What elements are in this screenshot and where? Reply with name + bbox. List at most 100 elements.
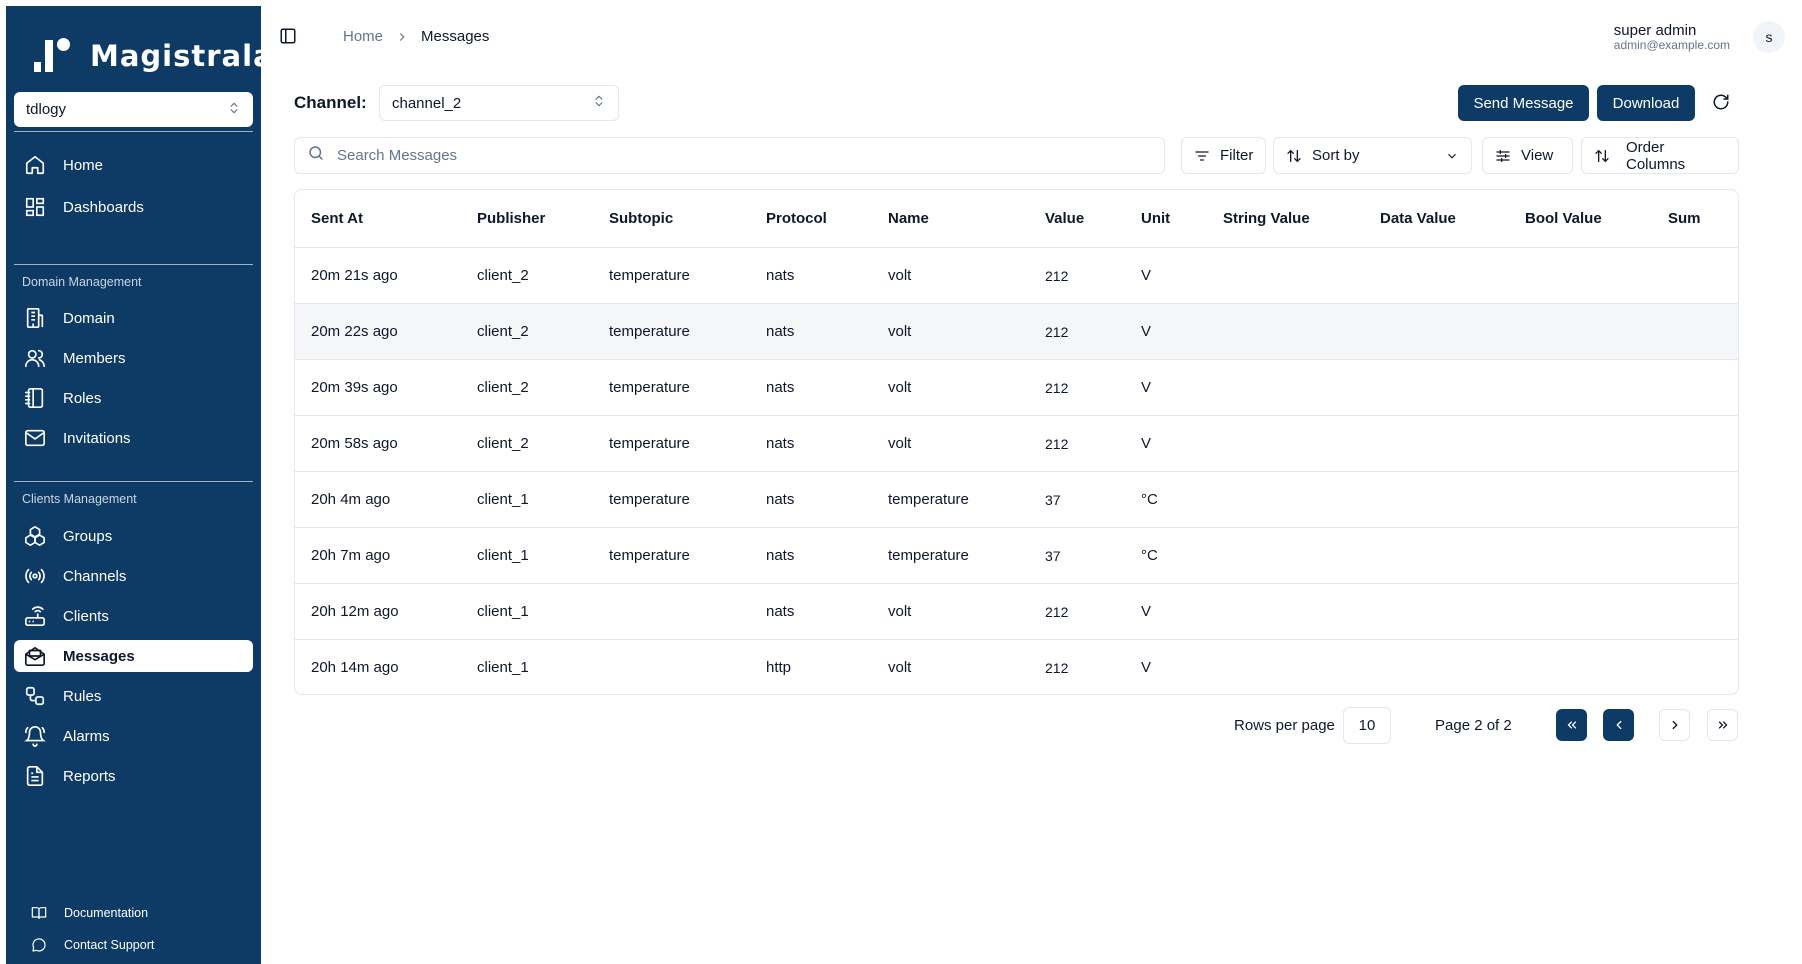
cell-sum — [1652, 471, 1738, 528]
column-header[interactable]: Value — [1029, 190, 1125, 248]
cell-publisher: client_2 — [461, 247, 593, 304]
rows-per-page-select[interactable]: 10 — [1343, 707, 1391, 744]
cell-sent-at: 20m 58s ago — [295, 415, 461, 472]
sidebar-item-dashboards[interactable]: Dashboards — [14, 191, 253, 223]
cell-value: 212 — [1029, 359, 1125, 416]
chevron-down-icon — [1445, 149, 1459, 163]
cell-name: volt — [872, 303, 1029, 360]
column-header[interactable]: Subtopic — [593, 190, 750, 248]
sidebar-item-label: Reports — [63, 767, 116, 785]
cell-sent-at: 20m 21s ago — [295, 247, 461, 304]
mail-open-icon — [23, 644, 47, 668]
table-row[interactable]: 20h 7m ago client_1 temperature nats tem… — [295, 527, 1738, 584]
column-header[interactable]: Bool Value — [1509, 190, 1652, 248]
download-button[interactable]: Download — [1597, 85, 1695, 121]
table-row[interactable]: 20m 22s ago client_2 temperature nats vo… — [295, 303, 1738, 360]
column-header[interactable]: String Value — [1207, 190, 1364, 248]
table-row[interactable]: 20h 14m ago client_1 http volt 212 V — [295, 639, 1738, 694]
sidebar-item-roles[interactable]: Roles — [14, 382, 253, 414]
sidebar-item-label: Home — [63, 156, 104, 174]
search-input[interactable] — [337, 147, 1137, 164]
channel-select-value: channel_2 — [392, 94, 462, 112]
cell-publisher: client_2 — [461, 303, 593, 360]
page-info: Page 2 of 2 — [1435, 717, 1512, 734]
cell-string-value — [1207, 359, 1364, 416]
sidebar-toggle-icon[interactable] — [279, 27, 299, 47]
table-row[interactable]: 20m 58s ago client_2 temperature nats vo… — [295, 415, 1738, 472]
messages-table: Sent At Publisher Subtopic Protocol Name… — [294, 189, 1739, 695]
top-header: Home Messages super admin admin@example.… — [261, 0, 1802, 70]
previous-page-button[interactable] — [1603, 709, 1634, 741]
column-header[interactable]: Sent At — [295, 190, 461, 248]
refresh-icon[interactable] — [1712, 93, 1732, 113]
cell-publisher: client_2 — [461, 415, 593, 472]
sidebar-item-clients[interactable]: Clients — [14, 600, 253, 632]
cell-unit: V — [1125, 415, 1207, 472]
column-header[interactable]: Data Value — [1364, 190, 1509, 248]
send-message-button[interactable]: Send Message — [1458, 85, 1589, 121]
column-header[interactable]: Protocol — [750, 190, 872, 248]
chevron-right-icon — [1668, 718, 1682, 732]
filter-label: Filter — [1220, 147, 1254, 164]
cell-bool-value — [1509, 471, 1652, 528]
cell-unit: V — [1141, 658, 1152, 676]
sidebar-item-domain[interactable]: Domain — [14, 302, 253, 334]
message-circle-icon — [30, 936, 48, 954]
domain-select[interactable]: tdlogy — [14, 92, 253, 127]
column-header[interactable]: Sum — [1652, 190, 1738, 248]
sidebar-item-documentation[interactable]: Documentation — [30, 904, 148, 922]
sort-by-select[interactable]: Sort by — [1273, 137, 1472, 174]
first-page-button[interactable] — [1556, 709, 1587, 741]
cell-publisher: client_1 — [461, 583, 593, 640]
table-row[interactable]: 20h 12m ago client_1 nats volt 212 V — [295, 583, 1738, 640]
sidebar-item-rules[interactable]: Rules — [14, 680, 253, 712]
sidebar-item-contact-support[interactable]: Contact Support — [30, 936, 154, 954]
sidebar-item-groups[interactable]: Groups — [14, 520, 253, 552]
sidebar-item-messages[interactable]: Messages — [14, 640, 253, 672]
group-label-clients: Clients Management — [22, 492, 137, 506]
rows-per-page-label: Rows per page — [1234, 717, 1335, 734]
sidebar-item-invitations[interactable]: Invitations — [14, 422, 253, 454]
table-row[interactable]: 20m 39s ago client_2 temperature nats vo… — [295, 359, 1738, 416]
breadcrumb-home[interactable]: Home — [343, 28, 383, 45]
sidebar-item-channels[interactable]: Channels — [14, 560, 253, 592]
view-button[interactable]: View — [1482, 137, 1573, 174]
cell-subtopic: temperature — [593, 247, 750, 304]
cell-name: volt — [872, 359, 1029, 416]
cell-bool-value — [1509, 583, 1652, 640]
table-row[interactable]: 20m 21s ago client_2 temperature nats vo… — [295, 247, 1738, 304]
cell-name: volt — [888, 658, 912, 676]
app-name: Magistrala — [90, 39, 274, 73]
contact-support-label: Contact Support — [64, 938, 155, 952]
channel-select[interactable]: channel_2 — [379, 85, 619, 121]
cell-value: 212 — [1029, 247, 1125, 304]
cell-unit: V — [1125, 247, 1207, 304]
sidebar-divider — [14, 131, 253, 132]
chevron-left-icon — [1612, 718, 1626, 732]
filter-button[interactable]: Filter — [1181, 137, 1266, 174]
cell-value: 212 — [1029, 583, 1125, 640]
cell-protocol: nats — [750, 527, 872, 584]
column-header[interactable]: Name — [872, 190, 1029, 248]
cell-name: volt — [872, 583, 1029, 640]
users-icon — [23, 346, 47, 370]
avatar[interactable]: s — [1753, 21, 1785, 53]
cell-protocol: nats — [750, 415, 872, 472]
sidebar-item-reports[interactable]: Reports — [14, 760, 253, 792]
sidebar-item-label: Members — [63, 349, 126, 367]
sort-by-label: Sort by — [1312, 147, 1360, 164]
order-columns-label: Order Columns — [1626, 138, 1686, 173]
sidebar-item-label: Alarms — [63, 727, 110, 745]
chevrons-left-icon — [1565, 718, 1579, 732]
column-header[interactable]: Publisher — [461, 190, 593, 248]
logo: Magistrala — [32, 36, 274, 76]
order-columns-button[interactable]: Order Columns — [1581, 137, 1739, 174]
column-header[interactable]: Unit — [1125, 190, 1207, 248]
sidebar-item-members[interactable]: Members — [14, 342, 253, 374]
table-row[interactable]: 20h 4m ago client_1 temperature nats tem… — [295, 471, 1738, 528]
last-page-button[interactable] — [1707, 709, 1738, 741]
cell-sum — [1652, 639, 1738, 694]
sidebar-item-home[interactable]: Home — [14, 149, 253, 181]
sidebar-item-alarms[interactable]: Alarms — [14, 720, 253, 752]
next-page-button[interactable] — [1659, 709, 1690, 741]
